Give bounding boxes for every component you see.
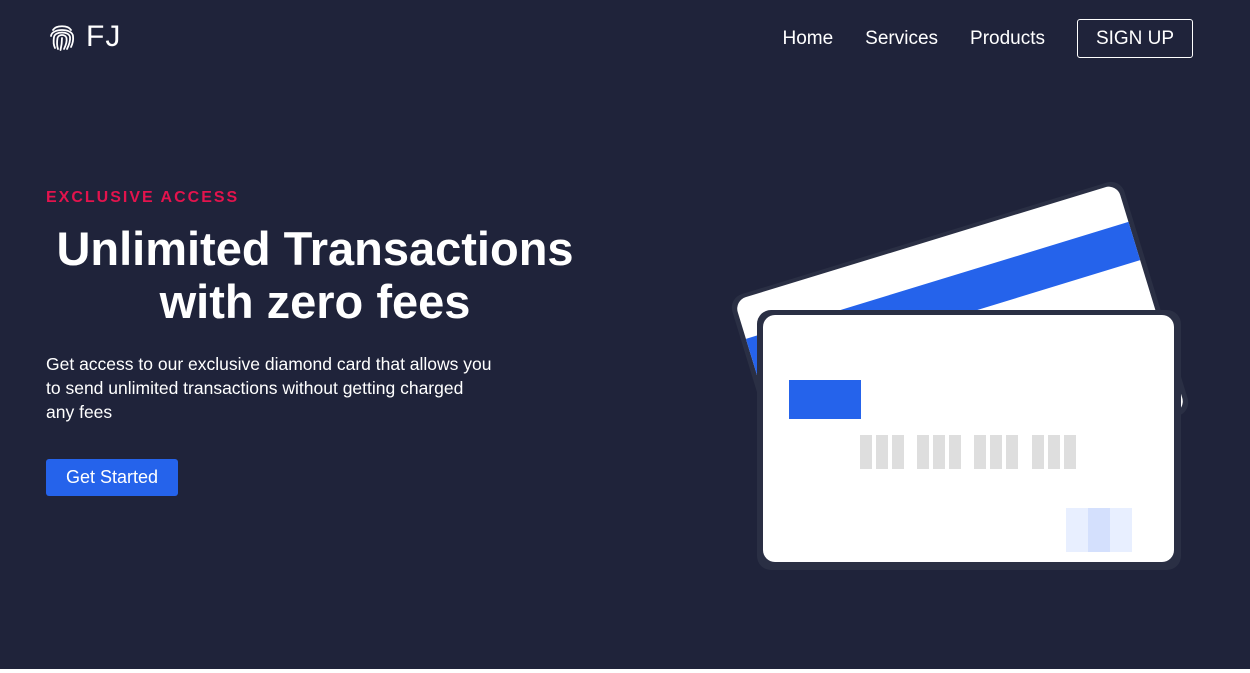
eyebrow-text: EXCLUSIVE ACCESS: [46, 189, 240, 206]
fingerprint-icon: [48, 22, 76, 52]
hero-headline: Unlimited Transactions with zero fees: [40, 222, 590, 328]
logo-link[interactable]: FJ: [48, 20, 121, 54]
card-chip: [789, 380, 861, 419]
hero-section: FJ Home Services Products SIGN UP EXCLUS…: [0, 0, 1250, 669]
headline-line-2: with zero fees: [159, 275, 471, 328]
get-started-button[interactable]: Get Started: [46, 459, 178, 496]
signup-button[interactable]: SIGN UP: [1077, 19, 1193, 58]
credit-cards-illustration: [731, 181, 1189, 570]
main-nav: Home Services Products SIGN UP: [782, 19, 1193, 58]
nav-link-home[interactable]: Home: [782, 21, 833, 57]
headline-line-1: Unlimited Transactions: [56, 222, 574, 275]
nav-link-products[interactable]: Products: [970, 21, 1045, 57]
nav-link-services[interactable]: Services: [865, 21, 938, 57]
front-card: [757, 310, 1181, 570]
brand-name: FJ: [86, 20, 122, 53]
hero-description: Get access to our exclusive diamond card…: [46, 354, 492, 422]
